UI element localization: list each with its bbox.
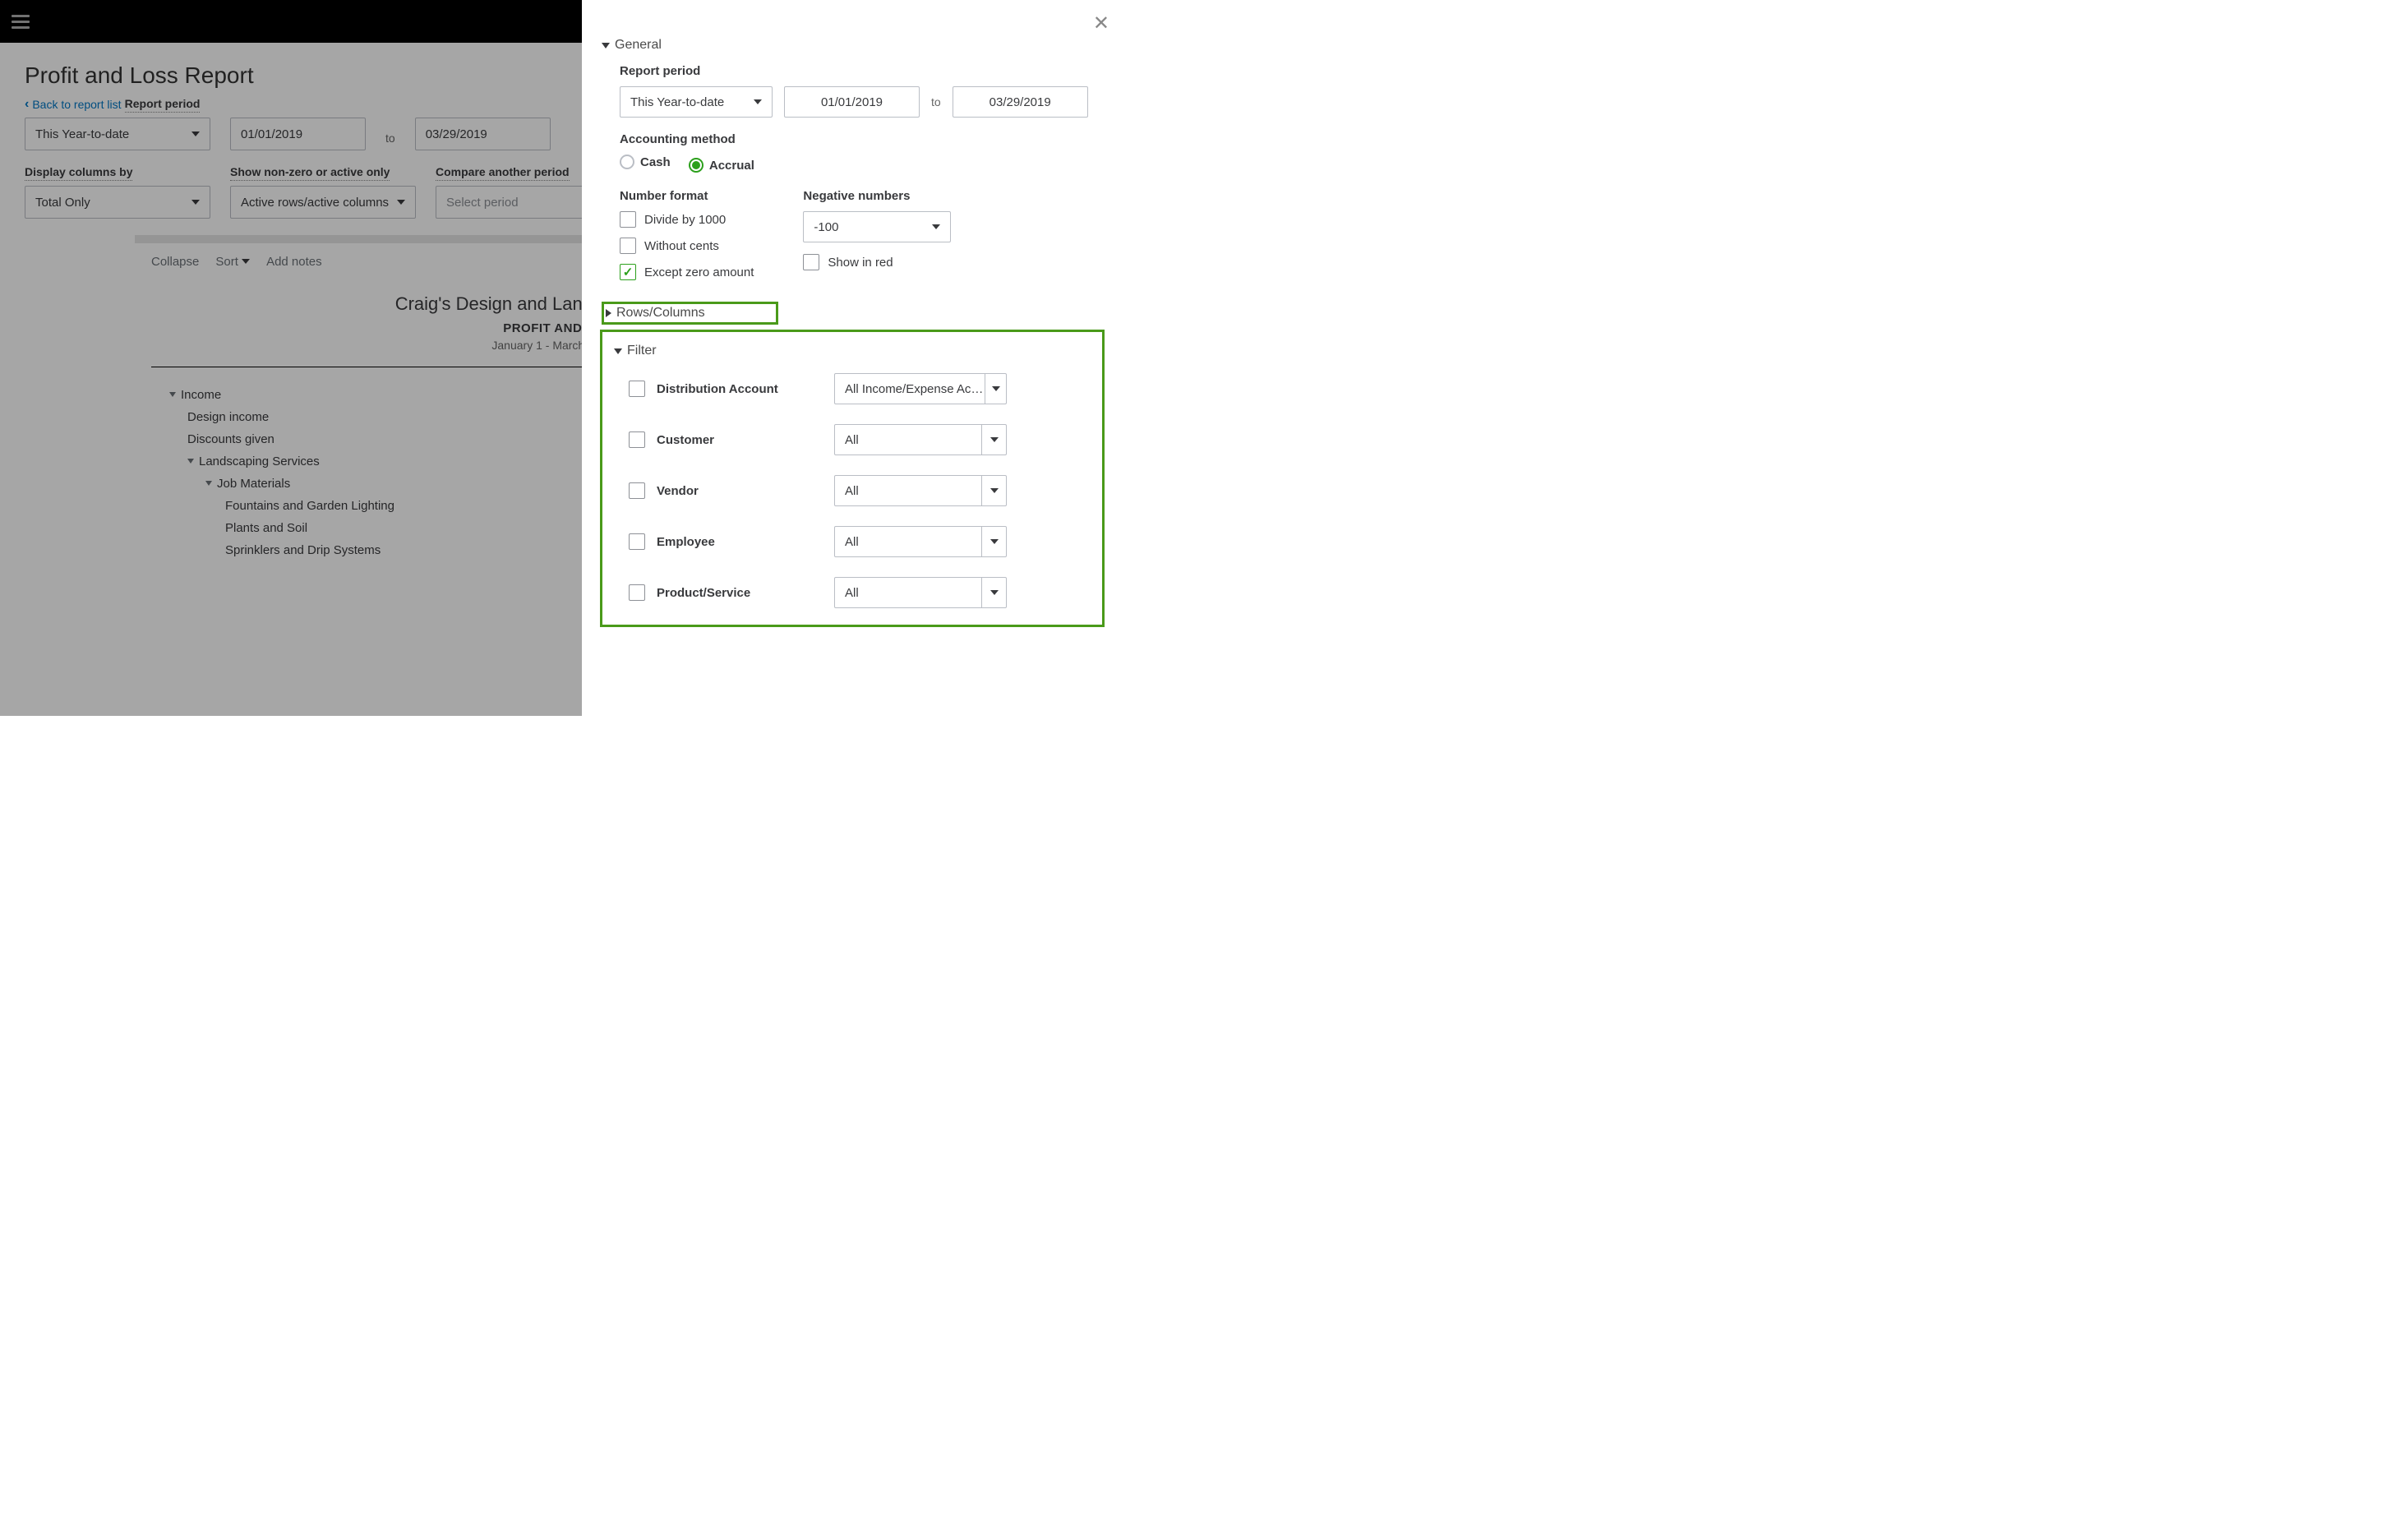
cb-divide-label: Divide by 1000	[644, 213, 726, 227]
employee-value: All	[845, 535, 859, 549]
customize-panel: ✕ General Report period This Year-to-dat…	[582, 0, 1124, 716]
cb-dist-account[interactable]	[629, 381, 645, 397]
display-columns-select[interactable]: Total Only	[25, 186, 210, 219]
panel-period-value: This Year-to-date	[630, 95, 724, 109]
section-rows-columns-label: Rows/Columns	[616, 306, 705, 321]
triangle-down-icon	[602, 43, 610, 48]
report-period-value: This Year-to-date	[35, 127, 129, 141]
date-start-input[interactable]: 01/01/2019	[230, 118, 366, 150]
panel-report-period-label: Report period	[620, 64, 1105, 78]
filter-highlight: Filter Distribution Account All Income/E…	[600, 330, 1105, 627]
caret-down-icon	[932, 224, 940, 229]
compare-value: Select period	[446, 196, 519, 210]
row-label: Income	[181, 388, 221, 402]
section-rows-columns[interactable]: Rows/Columns	[606, 306, 705, 321]
customer-select[interactable]: All	[834, 424, 1007, 455]
section-filter-label: Filter	[627, 344, 657, 358]
row-label: Landscaping Services	[199, 455, 320, 468]
row-label: Job Materials	[217, 477, 290, 491]
filter-product-label: Product/Service	[657, 586, 750, 600]
panel-date-start-value: 01/01/2019	[821, 95, 883, 109]
sort-link[interactable]: Sort	[215, 255, 250, 269]
caret-down-icon	[990, 539, 999, 544]
filter-vendor-label: Vendor	[657, 484, 699, 498]
cb-zero-label: Except zero amount	[644, 265, 754, 279]
radio-accrual[interactable]: Accrual	[689, 158, 754, 173]
negative-numbers-label: Negative numbers	[803, 189, 951, 203]
accounting-method-label: Accounting method	[620, 132, 1105, 146]
display-columns-value: Total Only	[35, 196, 90, 210]
caret-down-icon	[242, 259, 250, 264]
sort-text: Sort	[215, 255, 238, 269]
product-value: All	[845, 586, 859, 600]
radio-cash[interactable]: Cash	[620, 155, 671, 169]
date-end-value: 03/29/2019	[426, 127, 487, 141]
cb-cents-label: Without cents	[644, 239, 719, 253]
to-label: to	[931, 95, 941, 108]
report-period-select[interactable]: This Year-to-date	[25, 118, 210, 150]
section-general-label: General	[615, 38, 662, 53]
panel-date-end-value: 03/29/2019	[989, 95, 1051, 109]
vendor-value: All	[845, 484, 859, 498]
caret-down-icon	[191, 200, 200, 205]
cb-vendor[interactable]	[629, 482, 645, 499]
filter-dist-label: Distribution Account	[657, 382, 778, 396]
nonzero-label: Show non-zero or active only	[230, 165, 390, 181]
radio-accrual-label: Accrual	[709, 159, 754, 173]
panel-period-select[interactable]: This Year-to-date	[620, 86, 773, 118]
cb-without-cents[interactable]: Without cents	[620, 238, 754, 254]
display-columns-label: Display columns by	[25, 165, 132, 181]
cb-red-label: Show in red	[828, 256, 893, 270]
cb-product-service[interactable]	[629, 584, 645, 601]
caret-down-icon	[990, 488, 999, 493]
panel-date-end[interactable]: 03/29/2019	[953, 86, 1088, 118]
rows-columns-highlight: Rows/Columns	[602, 302, 778, 325]
compare-label: Compare another period	[436, 165, 570, 181]
dist-account-select[interactable]: All Income/Expense Accounts	[834, 373, 1007, 404]
caret-down-icon	[992, 386, 1000, 391]
cb-show-red[interactable]: Show in red	[803, 254, 951, 270]
hamburger-icon[interactable]	[12, 15, 30, 29]
vendor-select[interactable]: All	[834, 475, 1007, 506]
triangle-down-icon	[614, 348, 622, 354]
collapse-link[interactable]: Collapse	[151, 255, 199, 269]
negative-select[interactable]: -100	[803, 211, 951, 242]
caret-down-icon	[990, 590, 999, 595]
triangle-down-icon	[205, 481, 212, 486]
number-format-label: Number format	[620, 189, 754, 203]
triangle-down-icon	[187, 459, 194, 464]
cb-except-zero[interactable]: Except zero amount	[620, 264, 754, 280]
panel-date-start[interactable]: 01/01/2019	[784, 86, 920, 118]
employee-select[interactable]: All	[834, 526, 1007, 557]
dist-account-value: All Income/Expense Accounts	[845, 382, 985, 396]
report-period-label: Report period	[125, 97, 201, 113]
triangle-down-icon	[169, 392, 176, 397]
filter-employee-label: Employee	[657, 535, 715, 549]
to-label: to	[385, 123, 395, 145]
cb-customer[interactable]	[629, 431, 645, 448]
section-general[interactable]: General	[602, 38, 1105, 53]
nonzero-select[interactable]: Active rows/active columns	[230, 186, 416, 219]
add-notes-link[interactable]: Add notes	[266, 255, 322, 269]
back-link[interactable]: ‹ Back to report list	[25, 97, 121, 112]
radio-cash-label: Cash	[640, 155, 671, 169]
caret-down-icon	[990, 437, 999, 442]
close-icon[interactable]: ✕	[1093, 12, 1109, 35]
caret-down-icon	[754, 99, 762, 104]
back-link-text: Back to report list	[32, 98, 121, 111]
filter-customer-label: Customer	[657, 433, 714, 447]
product-select[interactable]: All	[834, 577, 1007, 608]
chevron-left-icon: ‹	[25, 97, 29, 112]
cb-divide-1000[interactable]: Divide by 1000	[620, 211, 754, 228]
section-filter[interactable]: Filter	[614, 344, 1091, 358]
customer-value: All	[845, 433, 859, 447]
date-end-input[interactable]: 03/29/2019	[415, 118, 551, 150]
negative-value: -100	[814, 220, 838, 234]
caret-down-icon	[397, 200, 405, 205]
cb-employee[interactable]	[629, 533, 645, 550]
triangle-right-icon	[606, 309, 611, 317]
date-start-value: 01/01/2019	[241, 127, 302, 141]
caret-down-icon	[191, 132, 200, 136]
nonzero-value: Active rows/active columns	[241, 196, 389, 210]
